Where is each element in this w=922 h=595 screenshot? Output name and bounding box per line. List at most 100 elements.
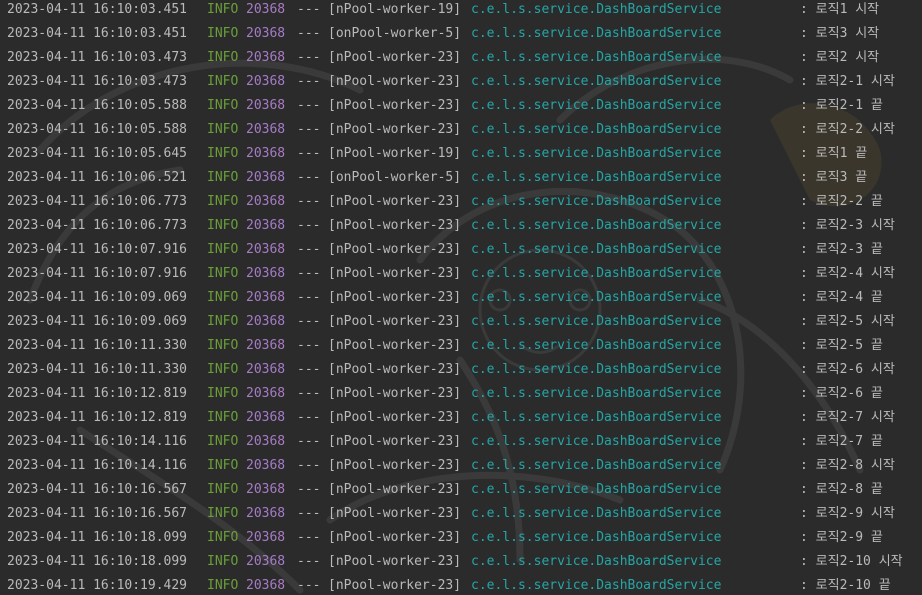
log-separator: --- <box>297 74 321 89</box>
log-logger[interactable]: c.e.l.s.service.DashBoardService <box>471 408 721 428</box>
log-logger[interactable]: c.e.l.s.service.DashBoardService <box>471 480 721 500</box>
log-pid: 20368 <box>246 2 286 17</box>
log-logger[interactable]: c.e.l.s.service.DashBoardService <box>471 168 721 188</box>
log-pid: 20368 <box>246 146 286 161</box>
log-timestamp: 2023-04-11 16:10:06.773 <box>7 194 188 209</box>
log-separator: --- <box>297 362 321 377</box>
log-timestamp: 2023-04-11 16:10:05.588 <box>7 122 188 137</box>
log-line[interactable]: 2023-04-11 16:10:14.116 INFO 20368 --- [nPoo… <box>0 456 922 480</box>
log-logger[interactable]: c.e.l.s.service.DashBoardService <box>471 288 721 308</box>
log-message: : 로직2-3 끝 <box>800 242 883 257</box>
console-output[interactable]: 2023-04-11 16:10:03.451 INFO 20368 --- [nPoo… <box>0 0 922 595</box>
log-separator: --- <box>297 554 321 569</box>
log-line[interactable]: 2023-04-11 16:10:05.645 INFO 20368 --- [nPoo… <box>0 144 922 168</box>
log-line[interactable]: 2023-04-11 16:10:05.588 INFO 20368 --- [nPoo… <box>0 120 922 144</box>
log-logger[interactable]: c.e.l.s.service.DashBoardService <box>471 528 721 548</box>
log-pid: 20368 <box>246 578 286 593</box>
log-level: INFO <box>207 458 239 473</box>
log-thread: [nPool-worker-19] <box>328 146 462 161</box>
log-timestamp: 2023-04-11 16:10:16.567 <box>7 482 188 497</box>
log-separator: --- <box>297 266 321 281</box>
log-logger[interactable]: c.e.l.s.service.DashBoardService <box>471 456 721 476</box>
log-message: : 로직2-4 끝 <box>800 290 883 305</box>
log-level: INFO <box>207 50 239 65</box>
log-line[interactable]: 2023-04-11 16:10:07.916 INFO 20368 --- [nPoo… <box>0 240 922 264</box>
log-thread: [nPool-worker-23] <box>328 218 462 233</box>
log-separator: --- <box>297 482 321 497</box>
log-logger[interactable]: c.e.l.s.service.DashBoardService <box>471 192 721 212</box>
log-pid: 20368 <box>246 218 286 233</box>
log-pid: 20368 <box>246 314 286 329</box>
log-message: : 로직2-2 시작 <box>800 122 895 137</box>
log-logger[interactable]: c.e.l.s.service.DashBoardService <box>471 96 721 116</box>
log-line[interactable]: 2023-04-11 16:10:18.099 INFO 20368 --- [nPoo… <box>0 528 922 552</box>
log-logger[interactable]: c.e.l.s.service.DashBoardService <box>471 24 721 44</box>
log-logger[interactable]: c.e.l.s.service.DashBoardService <box>471 264 721 284</box>
log-separator: --- <box>297 50 321 65</box>
log-thread: [onPool-worker-5] <box>328 170 462 185</box>
log-line[interactable]: 2023-04-11 16:10:03.473 INFO 20368 --- [nPoo… <box>0 48 922 72</box>
log-line[interactable]: 2023-04-11 16:10:16.567 INFO 20368 --- [nPoo… <box>0 480 922 504</box>
log-logger[interactable]: c.e.l.s.service.DashBoardService <box>471 552 721 572</box>
log-logger[interactable]: c.e.l.s.service.DashBoardService <box>471 144 721 164</box>
log-logger[interactable]: c.e.l.s.service.DashBoardService <box>471 360 721 380</box>
log-message: : 로직2-7 끝 <box>800 434 883 449</box>
log-logger[interactable]: c.e.l.s.service.DashBoardService <box>471 576 721 595</box>
log-line[interactable]: 2023-04-11 16:10:09.069 INFO 20368 --- [nPoo… <box>0 288 922 312</box>
log-thread: [nPool-worker-23] <box>328 434 462 449</box>
log-pid: 20368 <box>246 290 286 305</box>
log-line[interactable]: 2023-04-11 16:10:03.473 INFO 20368 --- [nPoo… <box>0 72 922 96</box>
log-line[interactable]: 2023-04-11 16:10:06.521 INFO 20368 --- [onPo… <box>0 168 922 192</box>
log-line[interactable]: 2023-04-11 16:10:14.116 INFO 20368 --- [nPoo… <box>0 432 922 456</box>
log-separator: --- <box>297 506 321 521</box>
log-timestamp: 2023-04-11 16:10:14.116 <box>7 458 188 473</box>
log-logger[interactable]: c.e.l.s.service.DashBoardService <box>471 336 721 356</box>
log-level: INFO <box>207 122 239 137</box>
log-message: : 로직2-1 시작 <box>800 74 895 89</box>
log-logger[interactable]: c.e.l.s.service.DashBoardService <box>471 432 721 452</box>
log-logger[interactable]: c.e.l.s.service.DashBoardService <box>471 48 721 68</box>
log-line[interactable]: 2023-04-11 16:10:11.330 INFO 20368 --- [nPoo… <box>0 336 922 360</box>
log-thread: [nPool-worker-23] <box>328 314 462 329</box>
log-line[interactable]: 2023-04-11 16:10:05.588 INFO 20368 --- [nPoo… <box>0 96 922 120</box>
log-thread: [nPool-worker-23] <box>328 506 462 521</box>
log-separator: --- <box>297 434 321 449</box>
log-separator: --- <box>297 530 321 545</box>
log-thread: [nPool-worker-23] <box>328 554 462 569</box>
log-line[interactable]: 2023-04-11 16:10:16.567 INFO 20368 --- [nPoo… <box>0 504 922 528</box>
log-logger[interactable]: c.e.l.s.service.DashBoardService <box>471 312 721 332</box>
log-separator: --- <box>297 410 321 425</box>
log-line[interactable]: 2023-04-11 16:10:07.916 INFO 20368 --- [nPoo… <box>0 264 922 288</box>
log-separator: --- <box>297 146 321 161</box>
log-thread: [nPool-worker-23] <box>328 530 462 545</box>
log-line[interactable]: 2023-04-11 16:10:18.099 INFO 20368 --- [nPoo… <box>0 552 922 576</box>
log-message: : 로직1 시작 <box>800 2 880 17</box>
log-logger[interactable]: c.e.l.s.service.DashBoardService <box>471 216 721 236</box>
log-thread: [nPool-worker-23] <box>328 578 462 593</box>
log-line[interactable]: 2023-04-11 16:10:09.069 INFO 20368 --- [nPoo… <box>0 312 922 336</box>
log-message: : 로직2-10 시작 <box>800 554 903 569</box>
log-logger[interactable]: c.e.l.s.service.DashBoardService <box>471 0 721 20</box>
log-line[interactable]: 2023-04-11 16:10:06.773 INFO 20368 --- [nPoo… <box>0 192 922 216</box>
log-logger[interactable]: c.e.l.s.service.DashBoardService <box>471 504 721 524</box>
log-logger[interactable]: c.e.l.s.service.DashBoardService <box>471 120 721 140</box>
log-level: INFO <box>207 170 239 185</box>
log-line[interactable]: 2023-04-11 16:10:03.451 INFO 20368 --- [onPo… <box>0 24 922 48</box>
log-message: : 로직2-9 끝 <box>800 530 883 545</box>
log-logger[interactable]: c.e.l.s.service.DashBoardService <box>471 72 721 92</box>
log-thread: [nPool-worker-23] <box>328 362 462 377</box>
log-message: : 로직2-4 시작 <box>800 266 895 281</box>
log-timestamp: 2023-04-11 16:10:03.451 <box>7 2 188 17</box>
log-line[interactable]: 2023-04-11 16:10:12.819 INFO 20368 --- [nPoo… <box>0 408 922 432</box>
log-logger[interactable]: c.e.l.s.service.DashBoardService <box>471 384 721 404</box>
log-logger[interactable]: c.e.l.s.service.DashBoardService <box>471 240 721 260</box>
log-line[interactable]: 2023-04-11 16:10:06.773 INFO 20368 --- [nPoo… <box>0 216 922 240</box>
log-level: INFO <box>207 506 239 521</box>
log-separator: --- <box>297 26 321 41</box>
log-line[interactable]: 2023-04-11 16:10:19.429 INFO 20368 --- [nPoo… <box>0 576 922 595</box>
log-line[interactable]: 2023-04-11 16:10:12.819 INFO 20368 --- [nPoo… <box>0 384 922 408</box>
log-line[interactable]: 2023-04-11 16:10:11.330 INFO 20368 --- [nPoo… <box>0 360 922 384</box>
log-line[interactable]: 2023-04-11 16:10:03.451 INFO 20368 --- [nPoo… <box>0 0 922 24</box>
log-timestamp: 2023-04-11 16:10:03.473 <box>7 74 188 89</box>
log-thread: [nPool-worker-23] <box>328 98 462 113</box>
